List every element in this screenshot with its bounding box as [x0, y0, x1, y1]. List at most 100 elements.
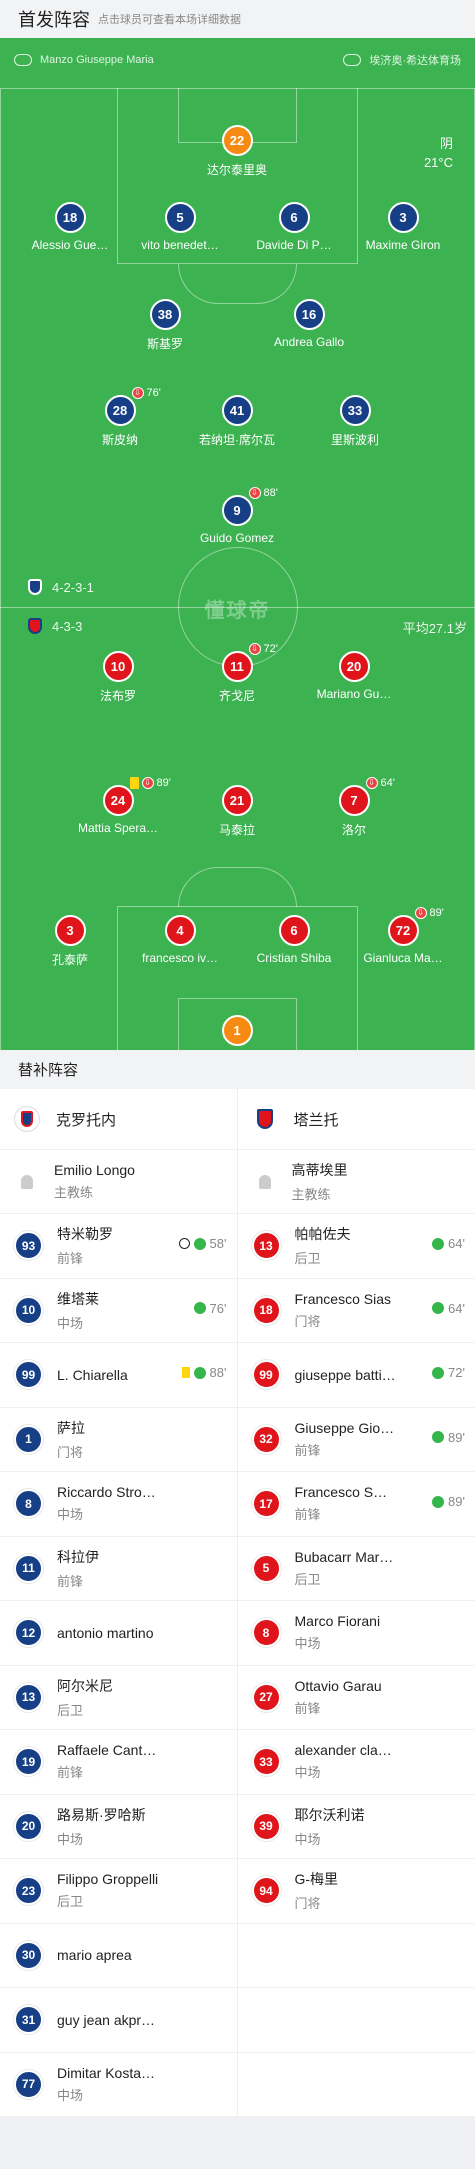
substitute-name: 萨拉	[57, 1418, 85, 1438]
player-name: 若纳坦·席尔瓦	[182, 431, 292, 448]
pitch: Manzo Giuseppe Maria 埃济奥·希达体育场 阴 21°C 懂球…	[0, 38, 475, 1050]
substitute-name: 路易斯·罗哈斯	[57, 1805, 146, 1825]
home-substitute[interactable]: 13阿尔米尼后卫	[0, 1666, 238, 1730]
player-name: francesco iv…	[125, 951, 235, 965]
home-substitute[interactable]: 1萨拉门将	[0, 1408, 238, 1472]
substitute-number: 5	[252, 1554, 281, 1583]
substitute-number: 11	[14, 1554, 43, 1583]
substitute-row: 19Raffaele Cant…前锋33alexander cla…中场	[0, 1730, 475, 1795]
home-coach[interactable]: Emilio Longo主教练	[0, 1150, 238, 1213]
substitute-number: 23	[14, 1876, 43, 1905]
home-player[interactable]: 22达尔泰里奥	[182, 125, 292, 178]
player-number-badge: 41	[222, 395, 253, 426]
player-name: vito benedet…	[125, 238, 235, 252]
sub-in-icon	[194, 1367, 206, 1379]
away-player[interactable]: 21马泰拉	[182, 785, 292, 838]
coach-avatar-icon	[252, 1169, 278, 1195]
substitute-position: 前锋	[57, 1762, 156, 1781]
away-substitute[interactable]: 39耶尔沃利诺中场	[238, 1795, 475, 1859]
home-substitute[interactable]: 8Riccardo Stro…中场	[0, 1472, 238, 1536]
home-team-header[interactable]: 克罗托内	[0, 1089, 238, 1149]
home-player[interactable]: 33里斯波利	[300, 395, 410, 448]
away-substitute[interactable]: 18Francesco Sias门将64'	[238, 1279, 475, 1343]
substitute-position: 后卫	[295, 1569, 394, 1588]
player-number-badge: 21	[222, 785, 253, 816]
away-substitute[interactable]: 17Francesco S…前锋89'	[238, 1472, 475, 1536]
away-player[interactable]: 20Mariano Gu…	[299, 651, 409, 701]
away-player[interactable]: 72⇩89'Gianluca Ma…	[348, 915, 458, 965]
stadium-name: 埃济奥·希达体育场	[369, 52, 461, 68]
home-player[interactable]: 9⇩88'Guido Gomez	[182, 495, 292, 545]
home-substitute[interactable]: 19Raffaele Cant…前锋	[0, 1730, 238, 1794]
sub-in-minute: 88'	[210, 1365, 227, 1380]
away-player[interactable]: 11⇩72'齐戈尼	[182, 651, 292, 704]
substitute-name: Raffaele Cant…	[57, 1742, 156, 1758]
away-coach[interactable]: 高蒂埃里主教练	[238, 1150, 475, 1213]
home-substitute[interactable]: 11科拉伊前锋	[0, 1537, 238, 1601]
lineup-title: 首发阵容	[18, 6, 90, 32]
home-substitute[interactable]: 12antonio martino	[0, 1601, 238, 1665]
substitute-position: 前锋	[295, 1698, 382, 1717]
away-substitute[interactable]: 94G-梅里门将	[238, 1859, 475, 1923]
away-team-header[interactable]: 塔兰托	[238, 1089, 475, 1149]
home-substitute[interactable]: 20路易斯·罗哈斯中场	[0, 1795, 238, 1859]
substitute-name: guy jean akpr…	[57, 2012, 155, 2028]
sub-in-icon	[432, 1496, 444, 1508]
home-player[interactable]: 16Andrea Gallo	[254, 299, 364, 349]
away-player[interactable]: 3孔泰萨	[15, 915, 125, 968]
home-substitute[interactable]: 23Filippo Groppelli后卫	[0, 1859, 238, 1923]
substitute-name: 耶尔沃利诺	[295, 1805, 365, 1825]
player-number-badge: 28	[105, 395, 136, 426]
away-player[interactable]: 6Cristian Shiba	[239, 915, 349, 965]
sub-in-icon	[194, 1238, 206, 1250]
home-player[interactable]: 41 若纳坦·席尔瓦	[182, 395, 292, 448]
home-substitute[interactable]: 99L. Chiarella88'	[0, 1343, 238, 1407]
sub-in-minute: 89'	[448, 1430, 465, 1445]
home-substitute[interactable]: 30mario aprea	[0, 1924, 238, 1988]
home-player[interactable]: 5vito benedet…	[125, 202, 235, 252]
home-player[interactable]: 3Maxime Giron	[348, 202, 458, 252]
sub-in-icon	[432, 1238, 444, 1250]
substitute-position: 中场	[57, 1313, 99, 1332]
substitute-row: 1萨拉门将32Giuseppe Gio…前锋89'	[0, 1408, 475, 1473]
away-player[interactable]: 24⇩89'Mattia Spera…	[63, 785, 173, 835]
player-number-badge: 38	[150, 299, 181, 330]
away-substitute[interactable]: 33alexander cla…中场	[238, 1730, 475, 1794]
home-substitute[interactable]: 31guy jean akpr…	[0, 1988, 238, 2052]
away-player[interactable]: 4francesco iv…	[125, 915, 235, 965]
away-substitute	[238, 1988, 475, 2052]
substitute-number: 18	[252, 1296, 281, 1325]
away-substitute[interactable]: 27Ottavio Garau前锋	[238, 1666, 475, 1730]
away-player[interactable]: 1德尔法维罗	[182, 1015, 292, 1050]
player-number-badge: 33	[340, 395, 371, 426]
substitute-name: mario aprea	[57, 1947, 132, 1963]
away-substitute[interactable]: 5Bubacarr Mar…后卫	[238, 1537, 475, 1601]
stadium: 埃济奥·希达体育场	[343, 52, 461, 68]
lineup-header: 首发阵容 点击球员可查看本场详细数据	[0, 0, 475, 38]
home-player[interactable]: 18Alessio Gue…	[15, 202, 125, 252]
sub-out-icon: ⇩	[142, 777, 154, 789]
away-substitute[interactable]: 99giuseppe batti…72'	[238, 1343, 475, 1407]
substitute-row: 93特米勒罗前锋58'13帕帕佐夫后卫64'	[0, 1214, 475, 1279]
substitutes-header: 替补阵容	[0, 1050, 475, 1089]
referee-name: Manzo Giuseppe Maria	[40, 54, 154, 66]
sub-in-minute: 89'	[448, 1494, 465, 1509]
away-substitute[interactable]: 13帕帕佐夫后卫64'	[238, 1214, 475, 1278]
away-substitute	[238, 1924, 475, 1988]
home-player[interactable]: 6Davide Di P…	[239, 202, 349, 252]
substitution-marker: ⇩89'	[415, 907, 444, 919]
home-substitute[interactable]: 10维塔莱中场76'	[0, 1279, 238, 1343]
away-player[interactable]: 7⇩64'洛尔	[299, 785, 409, 838]
home-player[interactable]: 38 斯基罗	[110, 299, 220, 352]
away-player[interactable]: 10法布罗	[63, 651, 173, 704]
away-substitute[interactable]: 32Giuseppe Gio…前锋89'	[238, 1408, 475, 1472]
player-name: 斯基罗	[110, 335, 220, 352]
home-player[interactable]: 28⇩76'斯皮纳	[65, 395, 175, 448]
substitutes-list: 克罗托内 塔兰托 Emilio Longo主教练 高蒂埃里主教练 93特米勒罗前…	[0, 1089, 475, 2117]
away-substitute[interactable]: 8Marco Fiorani中场	[238, 1601, 475, 1665]
home-substitute[interactable]: 77Dimitar Kosta…中场	[0, 2053, 238, 2117]
player-number-badge: 6	[279, 915, 310, 946]
home-substitute[interactable]: 93特米勒罗前锋58'	[0, 1214, 238, 1278]
substitution-marker: ⇩88'	[249, 487, 278, 499]
sub-minute: 72'	[264, 643, 278, 655]
